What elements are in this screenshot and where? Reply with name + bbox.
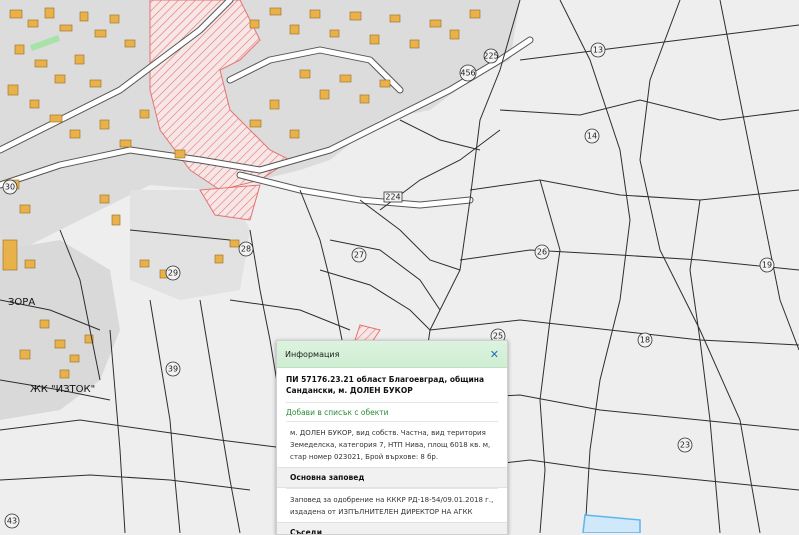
- plot-number-label: 13: [593, 46, 603, 55]
- plot-number-label: 39: [168, 365, 178, 374]
- popup-title: Информация: [285, 349, 340, 359]
- plot-number-label: 43: [7, 517, 17, 526]
- order-section-title: Основна заповед: [277, 467, 507, 488]
- plot-number-label: 26: [537, 248, 547, 257]
- plot-number-label: 225: [483, 52, 498, 61]
- popup-body: ПИ 57176.23.21 област Благоевград, общин…: [277, 368, 507, 534]
- order-text: Заповед за одобрение на КККР РД-18-54/09…: [286, 488, 498, 522]
- close-icon[interactable]: ✕: [490, 349, 499, 360]
- info-popup: Информация ✕ ПИ 57176.23.21 област Благо…: [276, 340, 508, 535]
- plot-43-marker[interactable]: 43: [4, 513, 20, 529]
- parcel-details: м. ДОЛЕН БУКОР, вид собств. Частна, вид …: [286, 421, 498, 467]
- plot-number-label: 29: [168, 269, 178, 278]
- neighbors-section-title[interactable]: Съседи: [277, 522, 507, 534]
- plot-14-marker[interactable]: 14: [584, 128, 600, 144]
- plot-456-marker[interactable]: 456: [459, 64, 477, 82]
- plot-224-marker[interactable]: 224: [383, 191, 403, 203]
- plot-number-label: 224: [385, 193, 400, 202]
- plot-23-marker[interactable]: 23: [677, 437, 693, 453]
- plot-19-marker[interactable]: 19: [759, 257, 775, 273]
- plot-number-label: 456: [460, 69, 475, 78]
- plot-number-label: 28: [241, 245, 251, 254]
- district-label-iztok: ЖК "ИЗТОК": [30, 384, 95, 395]
- plot-number-label: 30: [5, 183, 15, 192]
- plot-13-marker[interactable]: 13: [590, 42, 606, 58]
- parcel-heading: ПИ 57176.23.21 област Благоевград, общин…: [286, 374, 498, 403]
- plot-number-label: 19: [762, 261, 772, 270]
- plot-number-label: 23: [680, 441, 690, 450]
- popup-header: Информация ✕: [277, 341, 507, 368]
- plot-number-label: 27: [354, 251, 364, 260]
- plot-27-marker[interactable]: 27: [351, 247, 367, 263]
- plot-number-label: 14: [587, 132, 597, 141]
- add-to-list-link[interactable]: Добави в списък с обекти: [286, 408, 498, 417]
- plot-number-label: 18: [640, 336, 650, 345]
- plot-29-marker[interactable]: 29: [165, 265, 181, 281]
- plot-225-marker[interactable]: 225: [483, 48, 499, 64]
- district-label-zora: ЗОРА: [8, 297, 35, 308]
- plot-18-marker[interactable]: 18: [637, 332, 653, 348]
- plot-30-marker[interactable]: 30: [2, 179, 18, 195]
- plot-28-marker[interactable]: 28: [238, 241, 254, 257]
- plot-26-marker[interactable]: 26: [534, 244, 550, 260]
- plot-39-marker[interactable]: 39: [165, 361, 181, 377]
